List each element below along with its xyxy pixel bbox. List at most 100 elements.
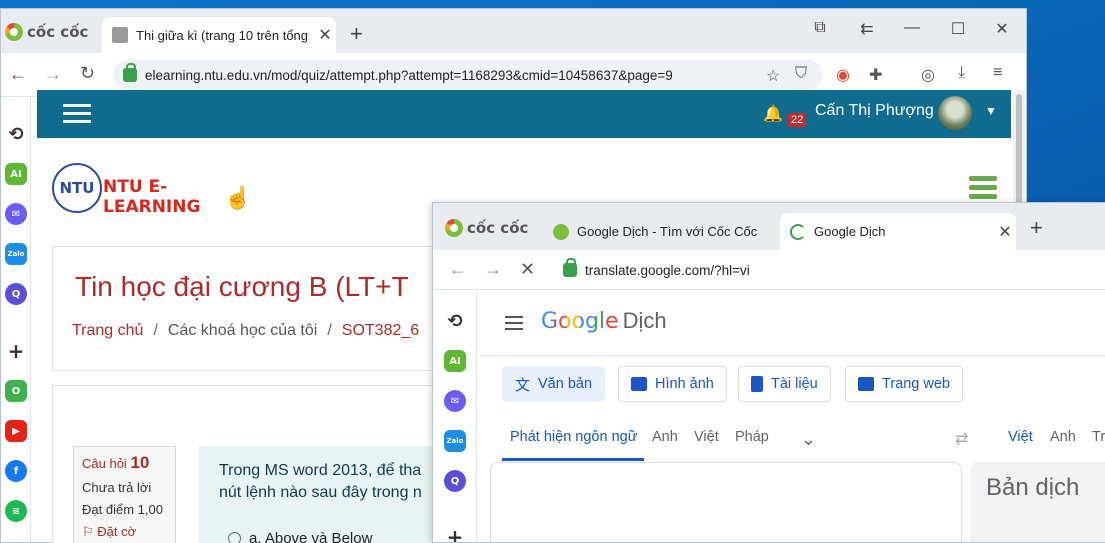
stop-loading-button[interactable]: ✕ <box>520 259 535 280</box>
google-translate-logo[interactable]: Google Dịch <box>541 308 667 334</box>
shield-icon[interactable]: ⛉ <box>795 65 807 83</box>
lock-icon <box>123 63 137 82</box>
mode-label: Hình ảnh <box>655 376 714 392</box>
target-lang-more[interactable]: Tr <box>1092 429 1105 445</box>
coccoc-brand-2[interactable]: cốc cốc <box>445 219 528 237</box>
facebook-icon[interactable]: f <box>5 460 27 482</box>
google-translate-page: Google Dịch 文 Văn bản Hình ảnh Tài liệu Tr… <box>478 290 1105 542</box>
mode-image-button[interactable]: Hình ảnh <box>618 366 727 402</box>
messenger-icon[interactable]: ✉ <box>444 390 466 412</box>
breadcrumb-my-courses[interactable]: Các khoá học của tôi <box>168 322 317 339</box>
q-app-icon[interactable]: Q <box>5 283 27 305</box>
question-text: Trong MS word 2013, để tha nút lệnh nào … <box>199 446 449 543</box>
tab-bar-2: cốc cốc Google Dịch - Tìm với Cốc Cốc Go… <box>433 203 1105 250</box>
main-menu-icon[interactable] <box>505 316 523 334</box>
translate-icon: 文 <box>515 376 531 394</box>
nav-drawer-icon[interactable] <box>63 104 91 124</box>
new-tab-button[interactable]: + <box>350 21 363 47</box>
source-lang-vietnamese[interactable]: Việt <box>694 429 719 445</box>
sidebar-toggle-icon[interactable]: ⇇ <box>844 19 890 39</box>
reload-button[interactable]: ↻ <box>80 63 95 84</box>
notification-bell-icon[interactable]: 🔔 <box>763 104 783 124</box>
menu-icon[interactable]: ≡ <box>993 64 1002 82</box>
tab-google-dich-search[interactable]: Google Dịch - Tìm với Cốc Cốc <box>543 213 779 250</box>
answer-label: a. Above và Below <box>249 530 373 543</box>
history-icon[interactable]: ⟲ <box>5 123 27 145</box>
coccoc-logo-icon <box>445 219 463 237</box>
lock-icon <box>563 258 577 277</box>
target-lang-english[interactable]: Anh <box>1050 429 1076 445</box>
chevron-down-icon[interactable]: ▼ <box>985 104 997 118</box>
notification-count-badge: 22 <box>788 113 807 127</box>
browser-window-google-translate: cốc cốc Google Dịch - Tìm với Cốc Cốc Go… <box>432 202 1105 543</box>
coccoc-extension-icon[interactable]: ◉ <box>836 65 850 85</box>
gt-header: Google Dịch <box>478 290 1105 356</box>
minimize-button[interactable]: — <box>889 19 935 37</box>
extensions-puzzle-icon[interactable]: ✚ <box>869 65 882 85</box>
question-status: Chưa trả lời <box>82 480 152 495</box>
download-icon[interactable]: ⤓ <box>958 64 965 82</box>
course-title: Tin học đại cương B (LT+T <box>75 271 409 302</box>
search-tabs-icon[interactable]: ⧉ <box>797 19 843 37</box>
zalo-icon[interactable]: Zalo <box>5 243 27 265</box>
document-icon <box>751 376 763 392</box>
address-bar[interactable]: elearning.ntu.edu.vn/mod/quiz/attempt.ph… <box>113 60 823 90</box>
close-window-button[interactable]: ✕ <box>979 19 1025 39</box>
zalo-icon[interactable]: Zalo <box>444 430 466 452</box>
answer-option-a[interactable]: a. Above và Below <box>228 530 372 543</box>
ai-icon[interactable]: AI <box>5 163 27 185</box>
back-button[interactable]: ← <box>9 64 27 85</box>
site-logo[interactable]: NTU NTU E-LEARNING ☝ <box>52 163 252 217</box>
add-app-icon[interactable]: + <box>444 525 466 542</box>
mode-text-button[interactable]: 文 Văn bản <box>502 366 606 402</box>
source-lang-english[interactable]: Anh <box>652 429 678 445</box>
maximize-button[interactable]: ☐ <box>935 19 981 39</box>
coccoc-brand[interactable]: cốc cốc <box>5 23 88 41</box>
source-lang-detect[interactable]: Phát hiện ngôn ngữ <box>510 429 637 445</box>
address-bar-2[interactable]: translate.google.com/?hl=vi <box>553 255 1105 285</box>
close-tab-icon[interactable]: ✕ <box>314 25 336 45</box>
more-source-langs-chevron-icon[interactable]: ⌄ <box>801 429 816 450</box>
messenger-icon[interactable]: ✉ <box>5 203 27 225</box>
forward-button[interactable]: → <box>44 64 62 85</box>
youtube-icon[interactable]: ▶ <box>5 420 27 442</box>
flag-label: Đặt cờ <box>97 524 137 539</box>
add-app-icon[interactable]: + <box>5 339 27 363</box>
forward-button[interactable]: → <box>484 259 502 280</box>
user-name[interactable]: Cấn Thị Phượng <box>815 102 934 120</box>
history-icon[interactable]: ⟲ <box>444 310 466 332</box>
close-tab-icon[interactable]: ✕ <box>994 222 1016 242</box>
dich-label: Dịch <box>622 308 667 333</box>
green-app-icon[interactable]: O <box>5 380 27 402</box>
tab-bar: cốc cốc Thi giữa kì (trang 10 trên tổng … <box>1 9 1026 53</box>
spotify-icon[interactable]: ≋ <box>5 500 27 522</box>
back-button[interactable]: ← <box>449 259 467 280</box>
bookmark-star-icon[interactable]: ☆ <box>766 66 780 86</box>
moodle-header: 🔔 22 Cấn Thị Phượng ▼ <box>37 90 1011 138</box>
question-text-line-1: Trong MS word 2013, để tha <box>219 462 422 479</box>
scrollbar-thumb[interactable] <box>1016 94 1022 204</box>
q-app-icon[interactable]: Q <box>444 470 466 492</box>
toolbar-2: ← → ✕ translate.google.com/?hl=vi <box>433 250 1105 290</box>
site-menu-icon[interactable] <box>969 176 997 203</box>
answer-radio[interactable] <box>228 532 241 543</box>
mode-label: Trang web <box>882 376 950 392</box>
breadcrumb-course[interactable]: SOT382_6 <box>342 322 419 339</box>
ai-icon[interactable]: AI <box>444 350 466 372</box>
tab-google-dich[interactable]: Google Dịch ✕ <box>780 213 1016 250</box>
avatar[interactable] <box>938 96 972 130</box>
breadcrumb-home[interactable]: Trang chủ <box>72 322 143 339</box>
source-lang-french[interactable]: Pháp <box>735 429 769 445</box>
url-text: elearning.ntu.edu.vn/mod/quiz/attempt.ph… <box>145 67 673 83</box>
target-lang-vietnamese[interactable]: Việt <box>1008 429 1033 445</box>
mode-website-button[interactable]: Trang web <box>845 366 963 402</box>
new-tab-button[interactable]: + <box>1030 215 1043 241</box>
ntu-logo-mark: NTU <box>52 163 102 213</box>
flag-question-link[interactable]: ⚐ Đặt cờ <box>82 524 167 540</box>
tab-quiz[interactable]: Thi giữa kì (trang 10 trên tổng ✕ <box>102 17 336 53</box>
mode-document-button[interactable]: Tài liệu <box>738 366 831 402</box>
google-wordmark: Google <box>541 309 619 334</box>
source-text-area[interactable] <box>490 462 962 542</box>
swap-languages-icon[interactable]: ⇄ <box>955 429 968 449</box>
profile-icon[interactable]: ◎ <box>921 65 935 85</box>
